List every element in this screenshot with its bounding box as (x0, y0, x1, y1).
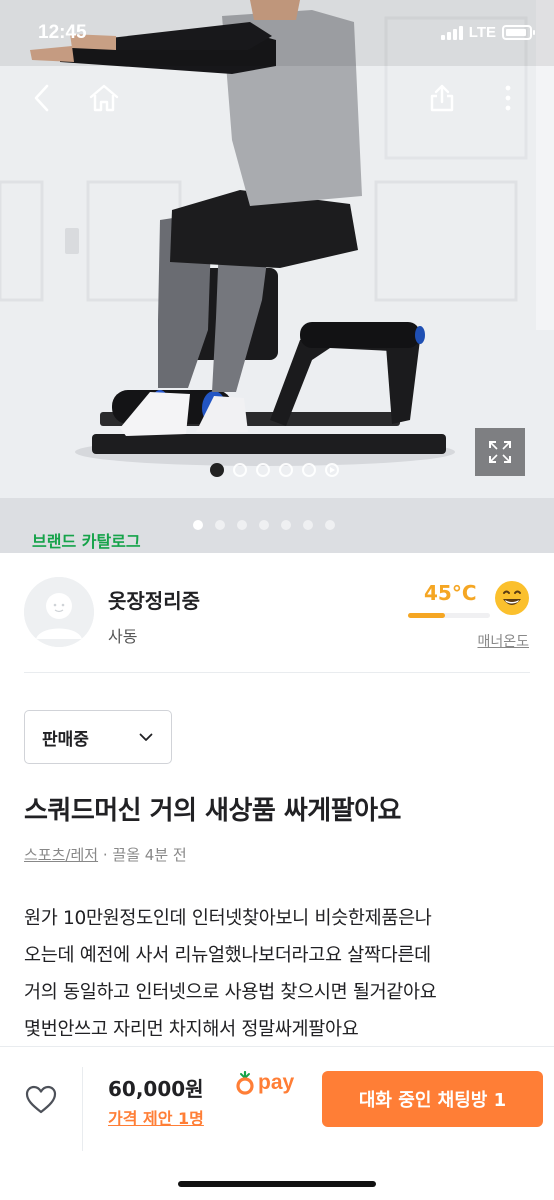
gallery-dots (210, 463, 339, 477)
home-icon (89, 84, 119, 112)
network-type: LTE (468, 24, 496, 41)
heart-icon[interactable] (24, 1083, 58, 1117)
category-link[interactable]: 스포츠/레저 (24, 846, 98, 864)
home-indicator (178, 1181, 376, 1187)
play-icon (330, 467, 335, 473)
divider (82, 1067, 83, 1151)
status-icons: LTE (440, 24, 535, 41)
sale-status-dropdown[interactable]: 판매중 (24, 710, 172, 764)
temperature-bar-fill (408, 613, 445, 618)
description-line: 오는데 예전에 사서 리뉴얼했나보더라고요 살짝다른데 (24, 945, 431, 966)
product-image-gallery[interactable]: 12:45 LTE 브랜드 카탈로그 (0, 0, 554, 553)
expand-icon (489, 441, 511, 463)
temperature-bar (408, 613, 490, 618)
gallery-dot[interactable] (256, 463, 270, 477)
gallery-dot[interactable] (233, 463, 247, 477)
karrot-pay-badge: pay (236, 1071, 294, 1095)
manner-temperature-link[interactable]: 매너온도 (477, 631, 529, 651)
status-bar: 12:45 LTE (0, 0, 554, 66)
expand-button[interactable] (475, 428, 525, 476)
battery-icon (502, 25, 535, 40)
brand-catalog-link[interactable]: 브랜드 카탈로그 (32, 528, 141, 552)
share-button[interactable] (424, 80, 460, 116)
more-button[interactable] (490, 80, 526, 116)
manner-temperature: 45°C (424, 581, 477, 605)
chevron-down-icon (139, 733, 153, 741)
avatar[interactable] (24, 577, 94, 647)
seller-location: 사동 (108, 627, 138, 646)
home-button[interactable] (86, 80, 122, 116)
carrot-pay-icon (236, 1071, 254, 1095)
bottom-action-bar: 60,000원 가격 제안 1명 pay 대화 중인 채팅방 1 (0, 1046, 554, 1200)
listing-meta: 스포츠/레저 · 끌올 4분 전 (24, 844, 187, 865)
gallery-dot[interactable] (279, 463, 293, 477)
bump-time: 끌올 4분 전 (112, 846, 187, 864)
signal-icon (440, 25, 463, 40)
video-dot[interactable] (325, 463, 339, 477)
back-button[interactable] (24, 80, 60, 116)
chevron-left-icon (34, 84, 49, 112)
divider (24, 672, 530, 673)
catalog-page-indicator (193, 520, 335, 530)
smiley-face-icon (495, 581, 529, 615)
gallery-dot[interactable] (302, 463, 316, 477)
description-line: 거의 동일하고 인터넷으로 사용법 찾으시면 될거같아요 (24, 982, 437, 1003)
price: 60,000원 (108, 1077, 204, 1101)
description-line: 원가 10만원정도인데 인터넷찾아보니 비슷한제품은나 (24, 908, 432, 929)
status-time: 12:45 (38, 22, 87, 43)
seller-name: 옷장정리중 (108, 589, 200, 613)
seller-profile[interactable]: 옷장정리중 사동 45°C 매너온도 (0, 553, 554, 673)
share-icon (430, 84, 454, 112)
sale-status-label: 판매중 (42, 729, 89, 750)
listing-title: 스쿼드머신 거의 새상품 싸게팔아요 (24, 796, 401, 826)
description-line: 몇번안쓰고 자리먼 차지해서 정말싸게팔아요 (24, 1019, 359, 1040)
default-avatar-icon (24, 577, 94, 647)
pay-label: pay (258, 1071, 295, 1094)
price-offer-link[interactable]: 가격 제안 1명 (108, 1105, 204, 1129)
meta-separator: · (102, 846, 108, 864)
more-vertical-icon (505, 85, 511, 111)
chat-button[interactable]: 대화 중인 채팅방 1 (322, 1071, 543, 1127)
listing-description: 원가 10만원정도인데 인터넷찾아보니 비슷한제품은나 오는데 예전에 사서 리… (24, 900, 534, 1048)
gallery-dot[interactable] (210, 463, 224, 477)
